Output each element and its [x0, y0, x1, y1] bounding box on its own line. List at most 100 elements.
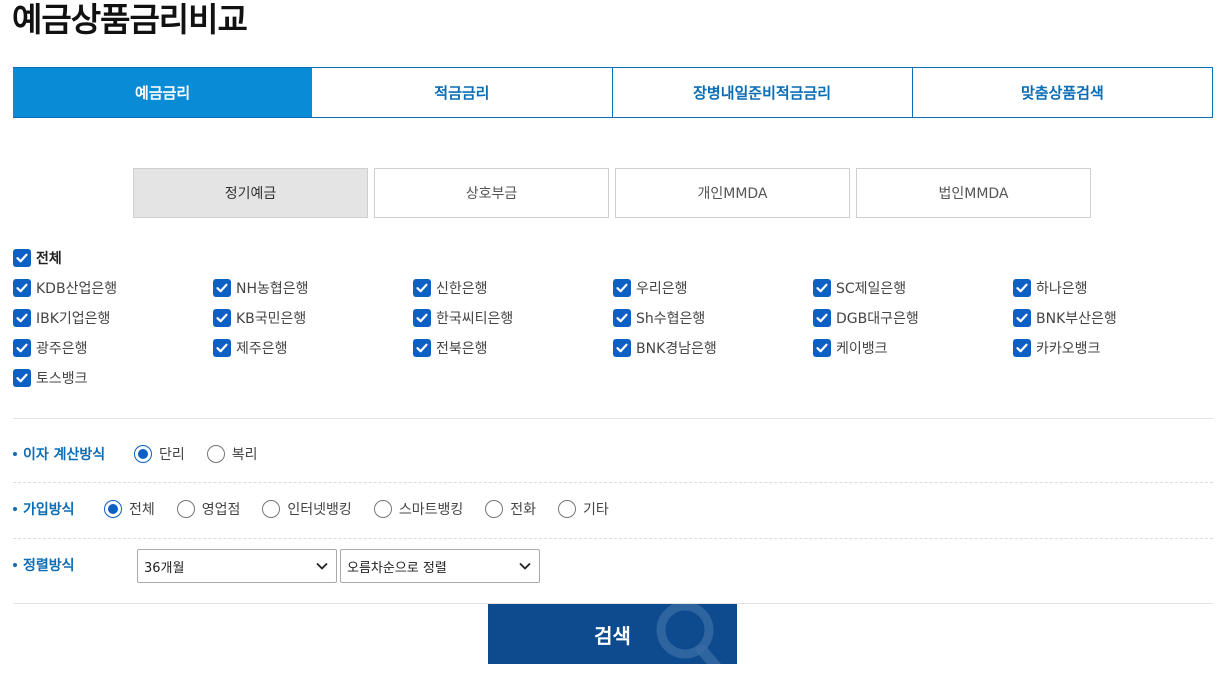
- bullet-icon: [13, 563, 17, 567]
- bank-checkbox[interactable]: IBK기업은행: [13, 303, 213, 333]
- bank-label: BNK부산은행: [1036, 311, 1117, 327]
- section-divider: [13, 418, 1213, 419]
- select-all-checkbox[interactable]: 전체: [13, 243, 62, 273]
- interest-method-row: 이자 계산방식 단리 복리: [13, 444, 280, 464]
- subtab-personal-mmda[interactable]: 개인MMDA: [615, 168, 850, 218]
- radio-join-branch[interactable]: 영업점: [176, 499, 240, 519]
- subtab-fixed-deposit[interactable]: 정기예금: [133, 168, 368, 218]
- bank-label: IBK기업은행: [36, 311, 111, 327]
- checkbox-checked-icon[interactable]: [813, 309, 831, 327]
- radio-unselected-icon[interactable]: [206, 445, 225, 463]
- bank-label: SC제일은행: [836, 281, 907, 297]
- checkbox-checked-icon[interactable]: [213, 279, 231, 297]
- main-tabs: 예금금리 적금금리 장병내일준비적금금리 맞춤상품검색: [13, 67, 1213, 118]
- tab-custom-product-search[interactable]: 맞춤상품검색: [913, 68, 1213, 117]
- radio-unselected-icon[interactable]: [176, 500, 195, 518]
- bank-checkbox[interactable]: 신한은행: [413, 273, 613, 303]
- bank-checkbox-grid: KDB산업은행 NH농협은행 신한은행 우리은행 SC제일은행 하나은행 IBK기업은행 KB…: [13, 273, 1213, 393]
- bank-checkbox[interactable]: DGB대구은행: [813, 303, 1013, 333]
- bank-label: 광주은행: [36, 341, 88, 357]
- sub-tabs: 정기예금 상호부금 개인MMDA 법인MMDA: [133, 168, 1091, 218]
- checkbox-checked-icon[interactable]: [213, 309, 231, 327]
- checkbox-checked-icon[interactable]: [13, 369, 31, 387]
- bank-checkbox[interactable]: 토스뱅크: [13, 363, 213, 393]
- checkbox-checked-icon[interactable]: [1013, 309, 1031, 327]
- bank-label: 케이뱅크: [836, 341, 888, 357]
- checkbox-checked-icon[interactable]: [813, 339, 831, 357]
- bank-label: 한국씨티은행: [436, 311, 514, 327]
- bank-checkbox[interactable]: 전북은행: [413, 333, 613, 363]
- select-all-row: 전체: [13, 243, 62, 273]
- checkbox-checked-icon[interactable]: [13, 279, 31, 297]
- radio-unselected-icon[interactable]: [373, 500, 392, 518]
- bank-checkbox[interactable]: 제주은행: [213, 333, 413, 363]
- subtab-corporate-mmda[interactable]: 법인MMDA: [856, 168, 1091, 218]
- bank-checkbox[interactable]: Sh수협은행: [613, 303, 813, 333]
- checkbox-checked-icon[interactable]: [613, 339, 631, 357]
- checkbox-checked-icon[interactable]: [13, 249, 31, 267]
- bank-label: BNK경남은행: [636, 341, 717, 357]
- interest-method-label: 이자 계산방식: [13, 444, 134, 464]
- radio-unselected-icon[interactable]: [485, 500, 504, 518]
- bank-label: 전북은행: [436, 341, 488, 357]
- section-divider: [13, 538, 1213, 539]
- magnifier-icon: [656, 604, 722, 664]
- checkbox-checked-icon[interactable]: [1013, 279, 1031, 297]
- radio-compound-interest[interactable]: 복리: [206, 444, 258, 464]
- bank-label: 우리은행: [636, 281, 688, 297]
- radio-simple-interest[interactable]: 단리: [134, 444, 185, 464]
- bank-checkbox[interactable]: BNK경남은행: [613, 333, 813, 363]
- bullet-icon: [13, 452, 17, 456]
- tab-soldier-savings-rate[interactable]: 장병내일준비적금금리: [613, 68, 913, 117]
- checkbox-checked-icon[interactable]: [613, 279, 631, 297]
- bank-checkbox[interactable]: SC제일은행: [813, 273, 1013, 303]
- bank-checkbox[interactable]: 우리은행: [613, 273, 813, 303]
- bank-label: 신한은행: [436, 281, 488, 297]
- checkbox-checked-icon[interactable]: [413, 339, 431, 357]
- tab-deposit-rate[interactable]: 예금금리: [13, 68, 313, 117]
- radio-join-other[interactable]: 기타: [557, 499, 609, 519]
- section-divider: [13, 482, 1213, 483]
- bank-checkbox[interactable]: KB국민은행: [213, 303, 413, 333]
- subtab-installment[interactable]: 상호부금: [374, 168, 609, 218]
- bank-checkbox[interactable]: 한국씨티은행: [413, 303, 613, 333]
- bank-label: KB국민은행: [236, 311, 307, 327]
- bank-checkbox[interactable]: 광주은행: [13, 333, 213, 363]
- radio-join-phone[interactable]: 전화: [485, 499, 536, 519]
- bank-checkbox[interactable]: BNK부산은행: [1013, 303, 1213, 333]
- bank-label: 토스뱅크: [36, 371, 88, 387]
- checkbox-checked-icon[interactable]: [13, 309, 31, 327]
- bank-label: 제주은행: [236, 341, 288, 357]
- radio-join-all[interactable]: 전체: [104, 499, 155, 519]
- bank-checkbox[interactable]: KDB산업은행: [13, 273, 213, 303]
- bank-checkbox[interactable]: 하나은행: [1013, 273, 1213, 303]
- checkbox-checked-icon[interactable]: [413, 279, 431, 297]
- checkbox-checked-icon[interactable]: [613, 309, 631, 327]
- chevron-down-icon: [316, 562, 328, 570]
- bank-checkbox[interactable]: NH농협은행: [213, 273, 413, 303]
- radio-selected-icon[interactable]: [104, 500, 122, 518]
- bank-checkbox[interactable]: 케이뱅크: [813, 333, 1013, 363]
- radio-unselected-icon[interactable]: [557, 500, 576, 518]
- checkbox-checked-icon[interactable]: [813, 279, 831, 297]
- bank-label: Sh수협은행: [636, 311, 706, 327]
- radio-join-smart[interactable]: 스마트뱅킹: [373, 499, 463, 519]
- join-method-row: 가입방식 전체 영업점 인터넷뱅킹 스마트뱅킹 전화 기타: [13, 499, 631, 519]
- sort-method-row: 정렬방식 36개월 오름차순으로 정렬: [13, 549, 540, 583]
- sort-order-select[interactable]: 오름차순으로 정렬: [340, 549, 540, 583]
- checkbox-checked-icon[interactable]: [213, 339, 231, 357]
- bank-label: NH농협은행: [236, 281, 309, 297]
- bullet-icon: [13, 507, 17, 511]
- checkbox-checked-icon[interactable]: [413, 309, 431, 327]
- bank-checkbox[interactable]: 카카오뱅크: [1013, 333, 1213, 363]
- radio-selected-icon[interactable]: [134, 445, 152, 463]
- checkbox-checked-icon[interactable]: [1013, 339, 1031, 357]
- radio-join-internet[interactable]: 인터넷뱅킹: [262, 499, 352, 519]
- period-select[interactable]: 36개월: [137, 549, 337, 583]
- bank-label: KDB산업은행: [36, 281, 118, 297]
- search-button[interactable]: 검색: [488, 604, 737, 664]
- radio-unselected-icon[interactable]: [262, 500, 281, 518]
- page-title: 예금상품금리비교: [12, 0, 248, 39]
- tab-savings-rate[interactable]: 적금금리: [312, 68, 613, 117]
- checkbox-checked-icon[interactable]: [13, 339, 31, 357]
